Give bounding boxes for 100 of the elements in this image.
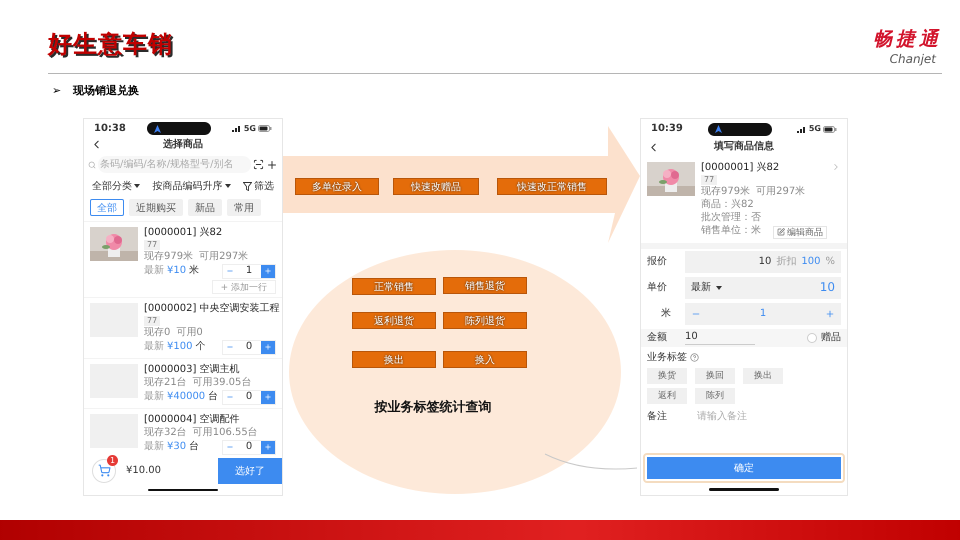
plus-icon [264, 267, 272, 276]
price-label: 最新 [144, 391, 164, 403]
quantity-value: 0 [244, 441, 254, 453]
stock-text: 现存979米 [701, 186, 750, 198]
unit-price-field[interactable]: 最新 10 [685, 276, 841, 299]
filter-chip[interactable]: 新品 [188, 199, 222, 216]
tag-label: 换出 [352, 351, 436, 368]
price-label: 最新 [144, 441, 164, 453]
field-label: 备注 [647, 410, 667, 423]
available-text: 可用297米 [199, 250, 248, 263]
navigation-icon [154, 124, 161, 132]
price-value: ¥100 [167, 341, 192, 353]
section-heading: 现场销退兑换 [73, 83, 140, 98]
price-value: ¥40000 [167, 391, 206, 403]
status-time: 10:38 [94, 122, 126, 134]
done-button[interactable]: 选好了 [218, 458, 282, 484]
business-tag[interactable]: 换回 [695, 368, 735, 384]
screen-title: 填写商品信息 [712, 141, 775, 153]
caret-icon [716, 286, 722, 290]
caret-icon [134, 184, 140, 188]
unit-label: 个 [195, 341, 206, 353]
business-tag[interactable]: 换出 [743, 368, 783, 384]
stock-text: 现存21台 [144, 376, 187, 388]
cart-badge: 1 [107, 454, 118, 466]
search-field[interactable]: 条码/编码/名称/规格型号/别名 [98, 156, 251, 174]
filter-chip[interactable]: 全部 [90, 199, 124, 216]
tag-label: 销售退货 [443, 277, 527, 294]
remark-field[interactable]: 请输入备注 [697, 410, 841, 424]
battery-icon [822, 126, 837, 132]
business-tag[interactable]: 换货 [647, 368, 687, 384]
plus-icon [825, 308, 835, 319]
add-icon[interactable] [266, 158, 278, 171]
available-text: 可用106.55台 [192, 426, 258, 438]
product-tag: 77 [144, 240, 160, 250]
gift-checkbox[interactable] [807, 332, 817, 343]
price-value: ¥10 [167, 265, 186, 278]
plus-button[interactable] [261, 390, 275, 404]
logo-wordmark: Chanjet [890, 52, 936, 66]
business-tag[interactable]: 陈列 [695, 388, 735, 404]
network-label: 5G [808, 124, 821, 134]
status-time: 10:39 [651, 123, 683, 135]
detail-text: 商品：兴82 [701, 198, 754, 211]
logo-text: 畅捷通 [873, 27, 942, 52]
available-text: 可用39.05台 [192, 376, 252, 388]
filter-chip[interactable]: 近期购买 [129, 199, 183, 216]
network-label: 5G [244, 124, 256, 134]
filter-button[interactable]: 筛选 [243, 179, 274, 194]
detail-text: 批次管理：否 [701, 212, 761, 224]
quantity-value: 0 [244, 341, 254, 353]
home-indicator [709, 488, 779, 491]
home-indicator [148, 488, 218, 491]
stock-text: 现存0 [144, 326, 170, 338]
confirm-button[interactable]: 确定 [647, 457, 841, 479]
plus-button[interactable] [261, 440, 275, 454]
dropdown-button[interactable]: 按商品编码升序 [152, 179, 230, 194]
quantity-value: 1 [244, 265, 254, 278]
stock-text: 现存32台 [144, 426, 187, 438]
price-label: 最新 [144, 341, 164, 353]
product-tag: 77 [144, 316, 160, 326]
tag-label: 返利退货 [352, 312, 436, 329]
amount-field[interactable]: 10 [685, 330, 755, 345]
feature-label: 多单位录入 [295, 178, 379, 195]
tag-label: 换入 [443, 351, 527, 368]
plus-button[interactable] [261, 340, 275, 354]
quote-field[interactable]: 10 折扣 100 % [685, 250, 841, 273]
caret-icon [224, 184, 230, 188]
signal-icon [232, 125, 242, 132]
price-value: ¥30 [167, 441, 186, 453]
unit-label: 米 [189, 265, 200, 278]
product-name: [0000004] 空调配件 [144, 414, 241, 426]
field-label: 金额 [647, 332, 668, 344]
help-icon [690, 353, 699, 362]
filter-icon [243, 182, 252, 191]
caption-text: 按业务标签统计查询 [373, 398, 492, 416]
detail-text: 销售单位：米 [701, 224, 761, 237]
signal-icon [796, 126, 807, 132]
field-label: 米 [660, 308, 672, 320]
quantity-value: 0 [244, 391, 254, 403]
tag-label: 正常销售 [352, 278, 436, 295]
available-text: 可用0 [176, 326, 203, 338]
product-name: [0000003] 空调主机 [144, 364, 241, 376]
dropdown-button[interactable]: 全部分类 [92, 179, 140, 194]
plus-icon [264, 343, 272, 351]
unit-label: 台 [208, 391, 218, 403]
quantity-field[interactable]: 1 [685, 302, 841, 325]
edit-button[interactable]: 编辑商品 [773, 226, 827, 239]
field-label: 报价 [647, 256, 668, 268]
product-name: [0000001] 兴82 [701, 162, 780, 174]
business-tag[interactable]: 返利 [647, 388, 687, 404]
section-label: 业务标签 [647, 352, 687, 364]
tag-label: 陈列退货 [443, 312, 527, 329]
unit-label: 台 [189, 441, 200, 453]
plus-icon [264, 443, 272, 451]
edit-icon [777, 228, 785, 236]
product-tag: 77 [701, 175, 718, 185]
feature-label: 快速改赠品 [393, 178, 479, 195]
plus-button[interactable] [261, 264, 275, 278]
add-row-button[interactable]: + 添加一行 [212, 280, 276, 294]
filter-chip[interactable]: 常用 [227, 199, 261, 216]
scan-icon[interactable] [253, 159, 264, 170]
